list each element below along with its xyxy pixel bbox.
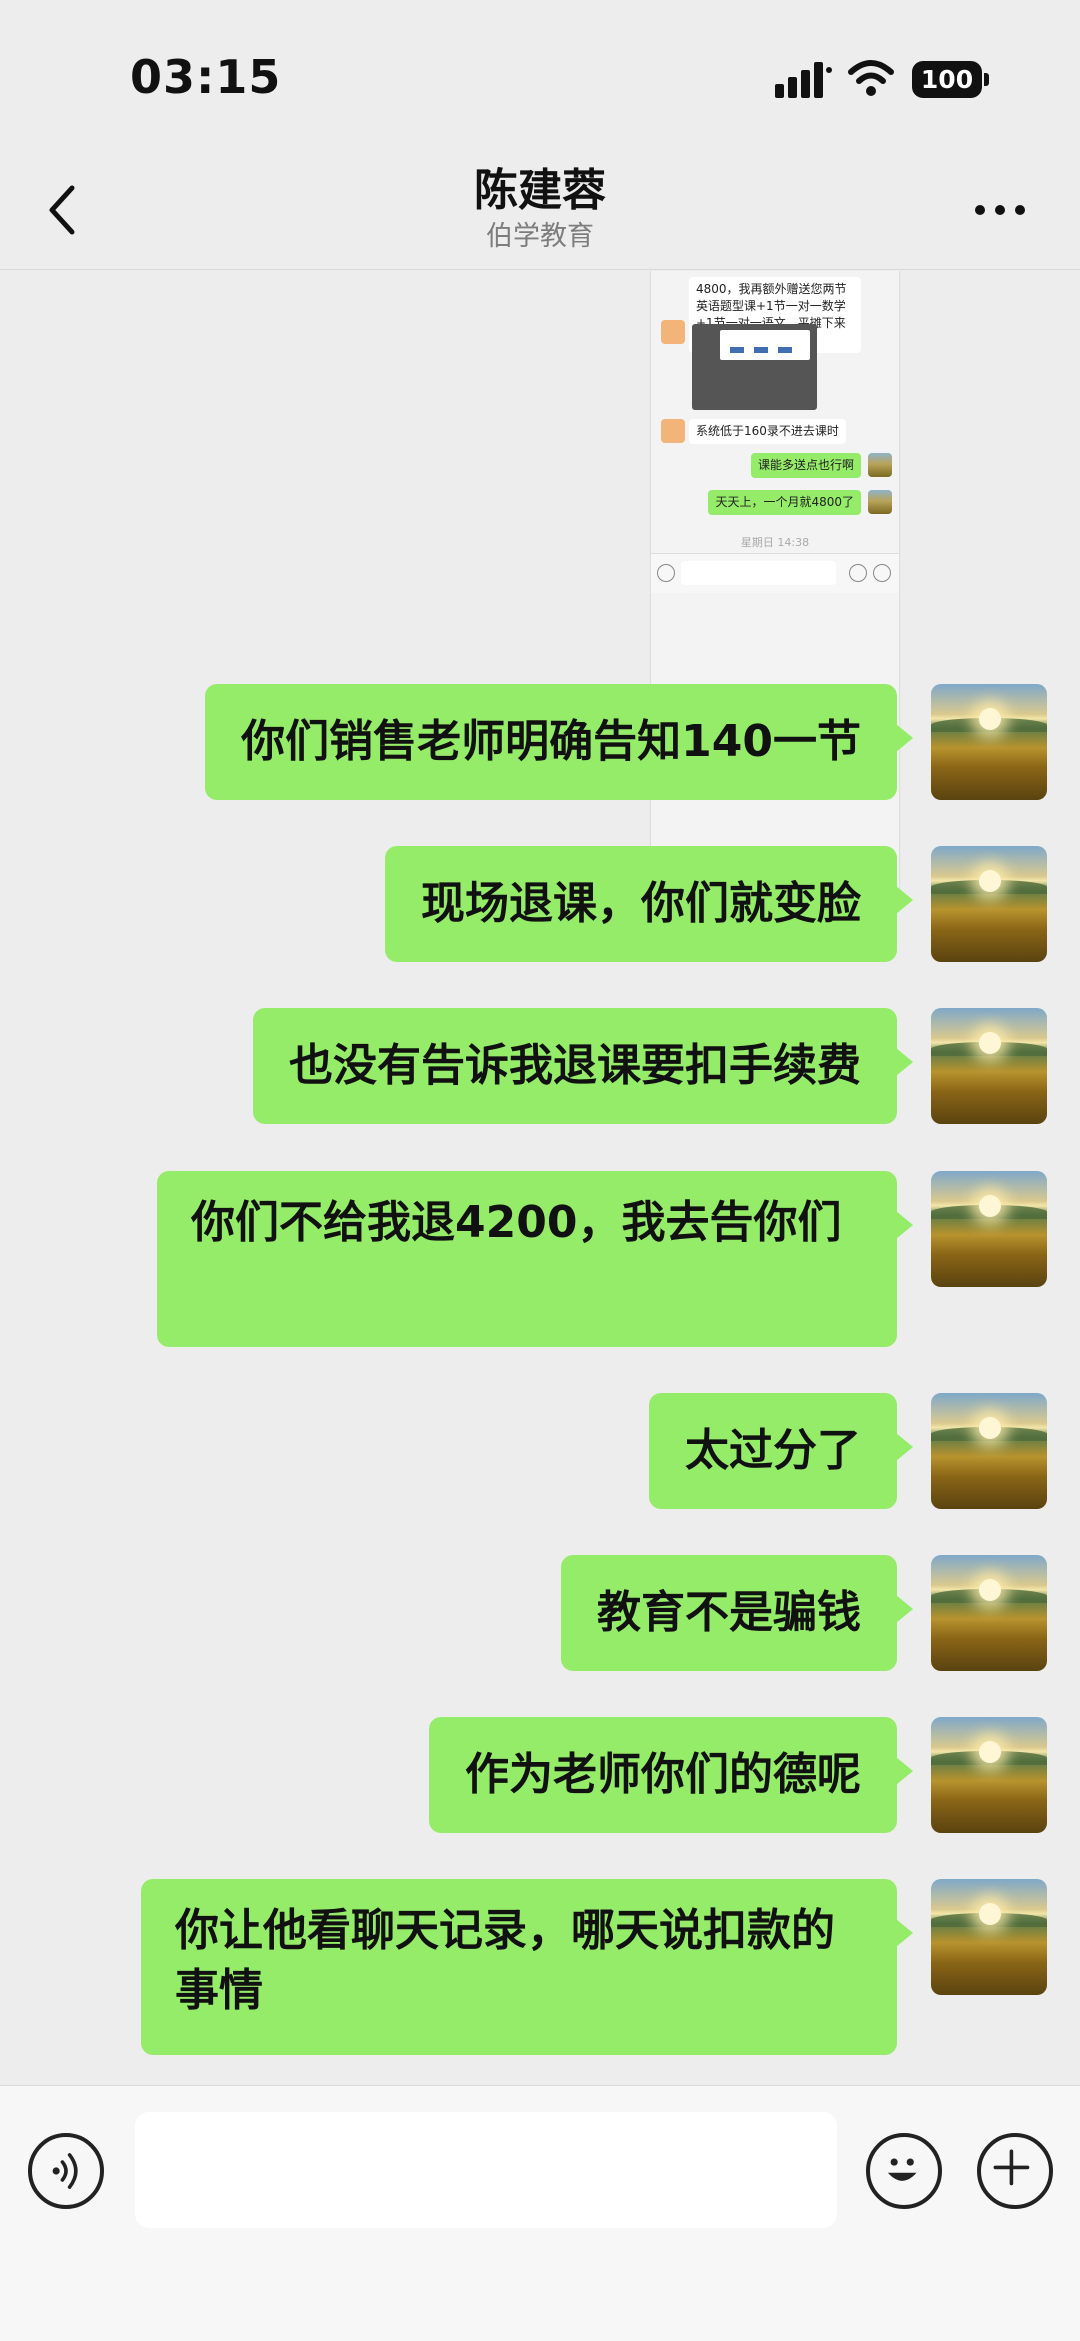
message-bubble[interactable]: 也没有告诉我退课要扣手续费 xyxy=(253,1008,913,1124)
contact-company: 伯学教育 xyxy=(486,221,594,252)
status-bar: 03:15 100 xyxy=(0,0,1080,150)
shot-message: 课能多送点也行啊 xyxy=(750,453,861,478)
shot-timestamp: 星期日 14:38 xyxy=(740,536,810,549)
avatar[interactable] xyxy=(931,1555,1047,1671)
input-bar xyxy=(0,2085,1080,2341)
message-input[interactable] xyxy=(135,2112,837,2228)
shot-message: 系统低于160录不进去课时 xyxy=(689,419,846,444)
chat-header: 陈建蓉 伯学教育 xyxy=(0,150,1080,270)
screenshot-image-message[interactable]: 4800，我再额外赠送您两节英语题型课+1节一对一数学+1节一对一语文，平摊下来… xyxy=(651,271,899,906)
avatar[interactable] xyxy=(931,1008,1047,1124)
battery-icon: 100 xyxy=(912,61,990,98)
shot-message: 天天上，一个月就4800了 xyxy=(708,490,861,515)
emoji-icon[interactable] xyxy=(866,2133,942,2209)
avatar[interactable] xyxy=(931,846,1047,962)
message-bubble[interactable]: 你让他看聊天记录，哪天说扣款的事情 xyxy=(141,1879,913,2055)
message-bubble[interactable]: 你们不给我退4200，我去告你们 xyxy=(157,1171,913,1347)
message-bubble[interactable]: 教育不是骗钱 xyxy=(561,1555,913,1671)
shot-image-thumbnail xyxy=(692,324,817,410)
more-icon[interactable] xyxy=(970,190,1030,230)
avatar[interactable] xyxy=(931,1171,1047,1287)
avatar[interactable] xyxy=(931,1717,1047,1833)
shot-avatar xyxy=(661,320,685,344)
avatar[interactable] xyxy=(931,1879,1047,1995)
shot-input-bar xyxy=(651,553,899,593)
message-bubble[interactable]: 太过分了 xyxy=(649,1393,913,1509)
wifi-icon xyxy=(848,60,894,96)
status-time: 03:15 xyxy=(130,50,282,104)
voice-icon[interactable] xyxy=(28,2133,104,2209)
battery-level: 100 xyxy=(912,61,982,98)
chat-message-list[interactable]: 4800，我再额外赠送您两节英语题型课+1节一对一数学+1节一对一语文，平摊下来… xyxy=(0,271,1080,2085)
message-bubble[interactable]: 你们销售老师明确告知140一节 xyxy=(205,684,913,800)
cellular-signal-icon xyxy=(775,62,832,98)
avatar[interactable] xyxy=(931,684,1047,800)
plus-icon[interactable] xyxy=(977,2133,1053,2209)
message-bubble[interactable]: 作为老师你们的德呢 xyxy=(429,1717,913,1833)
avatar[interactable] xyxy=(931,1393,1047,1509)
message-bubble[interactable]: 现场退课，你们就变脸 xyxy=(385,846,913,962)
contact-name: 陈建蓉 xyxy=(474,165,606,216)
